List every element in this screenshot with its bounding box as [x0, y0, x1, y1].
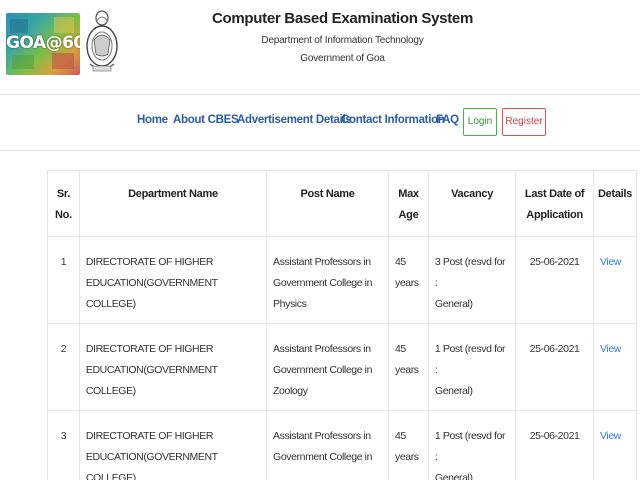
view-link[interactable]: View: [600, 256, 621, 268]
site-header: GOA@60 Computer Based Examination System…: [0, 0, 640, 94]
header-divider: [0, 94, 640, 95]
page-title: Computer Based Examination System: [211, 10, 473, 27]
header-last-date: Last Date of Application: [515, 170, 594, 237]
government-emblem-icon: [86, 10, 118, 72]
cell-post: Assistant Professors in Government Colleg…: [266, 323, 389, 411]
header-vacancy: Vacancy: [427, 170, 517, 237]
cell-vacancy: 1 Post (resvd for : General): [427, 323, 517, 411]
header-post-name: Post Name: [266, 170, 389, 237]
cell-sr-no: 3: [47, 410, 80, 480]
view-link[interactable]: View: [600, 343, 621, 355]
table-header-row: Sr. No. Department Name Post Name Max Age …: [47, 170, 638, 237]
cell-age: 45 years: [387, 410, 429, 480]
department-subtitle: Department of Information Technology: [261, 35, 424, 46]
cell-sr-no: 1: [47, 236, 80, 324]
goa-at-60-logo-icon[interactable]: GOA@60: [6, 13, 80, 75]
table-row: 1 DIRECTORATE OF HIGHER EDUCATION(GOVERNM…: [47, 236, 638, 324]
main-nav: Home About CBES Advertisement Details Co…: [0, 104, 640, 138]
cell-last-date: 25-06-2021: [515, 323, 594, 411]
header-title-block: Computer Based Examination System Depart…: [200, 10, 485, 64]
cell-post: Assistant Professors in Government Colleg…: [266, 236, 389, 324]
register-button[interactable]: Register: [502, 108, 546, 136]
header-sr-no: Sr. No.: [47, 170, 80, 237]
cell-vacancy: 1 Post (resvd for : General): [427, 410, 517, 480]
header-details: Details: [592, 170, 638, 237]
cell-vacancy: 3 Post (resvd for : General): [427, 236, 517, 324]
view-link[interactable]: View: [600, 430, 621, 442]
logo-text: GOA@60: [6, 33, 80, 53]
cell-details: View: [592, 236, 638, 324]
table-row: 3 DIRECTORATE OF HIGHER EDUCATION(GOVERNM…: [47, 410, 638, 480]
cell-last-date: 25-06-2021: [515, 236, 594, 324]
government-subtitle: Government of Goa: [300, 53, 385, 64]
cell-details: View: [592, 323, 638, 411]
nav-about-link[interactable]: About CBES: [173, 114, 239, 126]
header-max-age: Max Age: [387, 170, 429, 237]
nav-home-link[interactable]: Home: [137, 114, 168, 126]
cell-post: Assistant Professors in Government Colleg…: [266, 410, 389, 480]
cell-sr-no: 2: [47, 323, 80, 411]
cell-department: DIRECTORATE OF HIGHER EDUCATION(GOVERNMEN…: [78, 323, 268, 411]
nav-advertisement-link[interactable]: Advertisement Details: [237, 114, 352, 126]
cell-age: 45 years: [387, 323, 429, 411]
login-button[interactable]: Login: [463, 108, 497, 136]
cell-details: View: [592, 410, 638, 480]
cell-age: 45 years: [387, 236, 429, 324]
cell-department: DIRECTORATE OF HIGHER EDUCATION(GOVERNMEN…: [78, 236, 268, 324]
nav-faq-link[interactable]: FAQ: [436, 114, 459, 126]
table-row: 2 DIRECTORATE OF HIGHER EDUCATION(GOVERNM…: [47, 323, 638, 411]
nav-contact-link[interactable]: Contact Information: [341, 114, 445, 126]
header-department-name: Department Name: [78, 170, 268, 237]
advertisement-table: Sr. No. Department Name Post Name Max Age …: [47, 170, 638, 480]
nav-divider: [0, 150, 640, 151]
cell-last-date: 25-06-2021: [515, 410, 594, 480]
cell-department: DIRECTORATE OF HIGHER EDUCATION(GOVERNMEN…: [78, 410, 268, 480]
